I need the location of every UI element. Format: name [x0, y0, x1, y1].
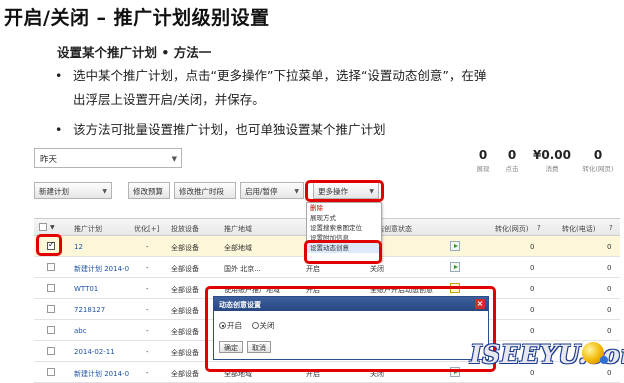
conv-web-cell: 0	[530, 306, 535, 314]
play-icon[interactable]	[450, 262, 460, 272]
logo-dot	[600, 356, 608, 364]
stat-value: 0	[478, 148, 488, 162]
stat-label: 展现	[476, 165, 490, 173]
menu-item-search-intent[interactable]: 设置搜索意图定位	[307, 223, 381, 233]
highlight-checkbox	[36, 234, 62, 256]
bullet-2-text: 该方法可批量设置推广计划，也可单独设置某个推广计划	[73, 122, 386, 137]
bullet-1: • 选中某个推广计划，点击“更多操作”下拉菜单，选择“设置动态创意”，在弹 出浮层…	[55, 64, 615, 112]
creative-status-cell: 关闭	[370, 265, 384, 273]
optimize-cell: -	[146, 348, 149, 356]
optimize-cell: -	[146, 264, 149, 272]
region-cell: 国外 北京...	[224, 265, 261, 273]
device-cell: 全部设备	[171, 349, 199, 357]
optimize-cell: -	[146, 285, 149, 293]
conv-phone-cell: 0	[607, 327, 612, 335]
chevron-down-icon: ▼	[171, 155, 177, 163]
bullet-2: • 该方法可批量设置推广计划，也可单独设置某个推广计划	[55, 118, 386, 142]
row-checkbox[interactable]	[47, 284, 55, 292]
chevron-down-icon: ▼	[102, 188, 107, 195]
highlight-more-actions	[305, 180, 384, 202]
region-cell: 全部地域	[224, 244, 252, 252]
chevron-down-icon[interactable]: ▼	[50, 224, 55, 231]
new-plan-button[interactable]: 新建计划 ▼	[34, 182, 112, 199]
optimize-cell: -	[146, 369, 149, 377]
stat-label: 消费	[545, 165, 559, 173]
device-cell: 全部设备	[171, 244, 199, 252]
col-plan[interactable]: 推广计划	[74, 224, 102, 234]
bullet-1-text: 选中某个推广计划，点击“更多操作”下拉菜单，选择“设置动态创意”，在弹	[73, 68, 487, 83]
date-range-select[interactable]: 昨天 ▼	[34, 148, 182, 168]
bullet-dot: •	[55, 68, 63, 83]
col-optimize[interactable]: 优化[+]	[134, 224, 159, 234]
stat-impressions: 0 展现	[471, 148, 495, 173]
plan-name-link[interactable]: abc	[74, 327, 87, 335]
enable-pause-button[interactable]: 启用/暂停 ▼	[240, 182, 304, 199]
col-conv-web[interactable]: 转化(网页)	[495, 224, 528, 234]
conv-web-cell: 0	[530, 264, 535, 272]
enable-pause-label: 启用/暂停	[245, 187, 278, 196]
highlight-dialog	[205, 286, 496, 372]
col-conv-phone[interactable]: 转化(电话)	[562, 224, 595, 234]
conv-phone-cell: 0	[607, 285, 612, 293]
optimize-cell: -	[146, 306, 149, 314]
conv-phone-cell: 0	[607, 306, 612, 314]
conv-web-cell: 0	[530, 369, 535, 377]
device-cell: 全部设备	[171, 265, 199, 273]
stat-value: 0	[507, 148, 517, 162]
plan-name-link[interactable]: 2014-02-11	[74, 348, 115, 356]
select-all-checkbox[interactable]	[39, 223, 47, 231]
conv-web-cell: 0	[530, 243, 535, 251]
device-cell: 全部设备	[171, 328, 199, 336]
stat-conversions: 0 转化(网页)	[578, 148, 618, 173]
plan-name-link[interactable]: 新建计划 2014-0	[74, 369, 129, 379]
plan-name-link[interactable]: 12	[74, 243, 83, 251]
help-icon[interactable]: ?	[537, 224, 541, 232]
menu-item-display-mode[interactable]: 展现方式	[307, 213, 381, 223]
optimize-cell: -	[146, 243, 149, 251]
menu-item-delete[interactable]: 删除	[307, 203, 381, 213]
plan-name-link[interactable]: WTT01	[74, 285, 98, 293]
conv-phone-cell: 0	[607, 243, 612, 251]
chevron-down-icon: ▼	[294, 188, 299, 195]
plan-name-link[interactable]: 7218127	[74, 306, 105, 314]
highlight-dynamic-creative	[304, 240, 382, 264]
slide-subtitle: 设置某个推广计划 • 方法一	[57, 45, 212, 60]
conv-phone-cell: 0	[607, 369, 612, 377]
plan-name-link[interactable]: 新建计划 2014-0	[74, 264, 129, 274]
stat-clicks: 0 点击	[500, 148, 524, 173]
device-cell: 全部设备	[171, 286, 199, 294]
device-cell: 全部设备	[171, 370, 199, 378]
edit-budget-button[interactable]: 修改预算	[128, 182, 170, 199]
col-device[interactable]: 投放设备	[171, 224, 199, 234]
bullet-dot: •	[55, 122, 63, 137]
row-checkbox[interactable]	[47, 263, 55, 271]
stat-label: 点击	[505, 165, 519, 173]
page-title: 开启/关闭 – 推广计划级别设置	[4, 7, 270, 29]
date-range-value: 昨天	[40, 155, 58, 165]
stat-value: ¥0.00	[533, 148, 571, 162]
row-checkbox[interactable]	[47, 305, 55, 313]
new-plan-label: 新建计划	[39, 187, 69, 196]
optimize-cell: -	[146, 327, 149, 335]
help-icon[interactable]: ?	[609, 224, 613, 232]
conv-web-cell: 0	[530, 285, 535, 293]
conv-web-cell: 0	[530, 327, 535, 335]
row-checkbox[interactable]	[47, 347, 55, 355]
bullet-1-continued: 出浮层上设置开启/关闭，并保存。	[73, 92, 265, 107]
status-cell: 开启	[306, 265, 320, 273]
conv-phone-cell: 0	[607, 264, 612, 272]
row-checkbox[interactable]	[47, 326, 55, 334]
stat-cost: ¥0.00 消费	[530, 148, 574, 173]
row-checkbox[interactable]	[47, 368, 55, 376]
stat-label: 转化(网页)	[582, 165, 614, 173]
col-region[interactable]: 推广地域	[224, 224, 252, 234]
stat-value: 0	[593, 148, 603, 162]
device-cell: 全部设备	[171, 307, 199, 315]
edit-schedule-button[interactable]: 修改推广时段	[174, 182, 236, 199]
play-icon[interactable]	[450, 241, 460, 251]
